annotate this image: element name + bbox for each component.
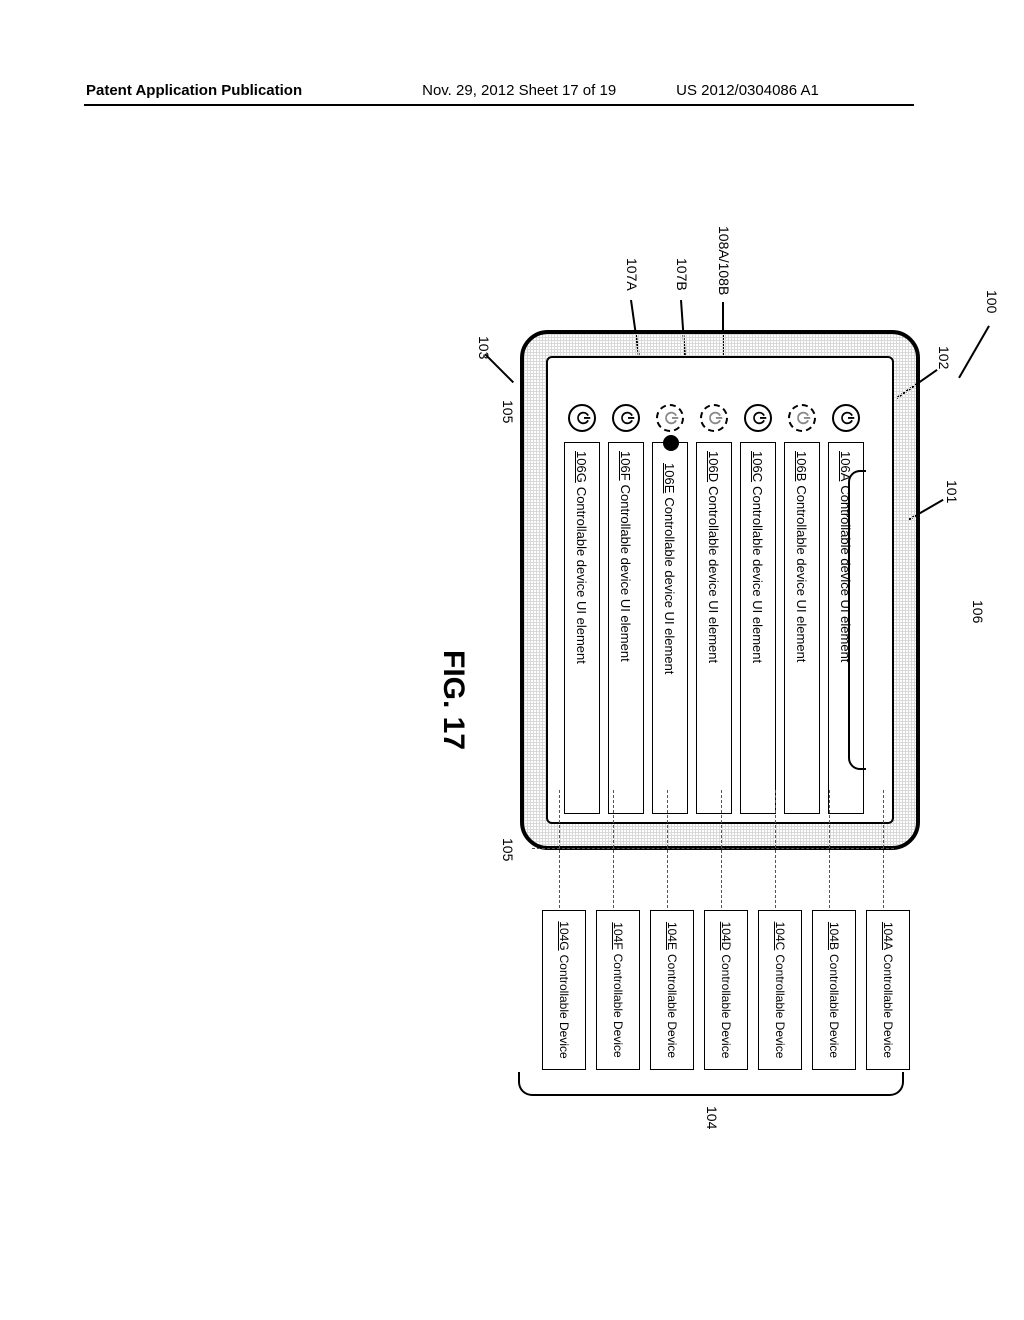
- device-104d: 104D Controllable Device: [704, 910, 748, 1070]
- mapping-line: [721, 790, 722, 908]
- ref-101: 101: [944, 480, 960, 503]
- ui-text: Controllable device UI element: [707, 486, 722, 663]
- ui-id: 106E: [663, 463, 678, 493]
- mapping-line: [829, 790, 830, 908]
- device-text: Controllable Device: [881, 954, 895, 1058]
- ui-row-f: ⏻ 106F Controllable device UI element: [604, 404, 648, 814]
- device-id: 104D: [719, 922, 733, 951]
- device-id: 104B: [827, 922, 841, 950]
- ui-id: 106F: [619, 451, 634, 481]
- ui-row-e: ⏻ 106E Controllable device UI element: [648, 404, 692, 814]
- header-middle: Nov. 29, 2012 Sheet 17 of 19: [422, 82, 616, 99]
- ui-id: 106C: [751, 451, 766, 482]
- mapping-line: [613, 790, 614, 908]
- device-104f: 104F Controllable Device: [596, 910, 640, 1070]
- figure-17: 100 101 102 103 104 105 105 106 107A 107…: [90, 330, 990, 1090]
- ui-element-106a[interactable]: 106A Controllable device UI element: [828, 442, 864, 814]
- ref-108: 108A/108B: [716, 226, 732, 295]
- header-left: Patent Application Publication: [86, 82, 302, 99]
- tablet-screen: ⏻ 106A Controllable device UI element ⏻ …: [546, 356, 894, 824]
- device-id: 104G: [557, 921, 571, 950]
- ui-element-106f[interactable]: 106F Controllable device UI element: [608, 442, 644, 814]
- header-right: US 2012/0304086 A1: [676, 82, 819, 99]
- ui-id: 106B: [795, 451, 810, 481]
- ui-id: 106G: [575, 451, 590, 483]
- ui-row-g: ⏻ 106G Controllable device UI element: [560, 404, 604, 814]
- device-104e: 104E Controllable Device: [650, 910, 694, 1070]
- ui-text: Controllable device UI element: [663, 497, 678, 674]
- device-104a: 104A Controllable Device: [866, 910, 910, 1070]
- ui-element-list: ⏻ 106A Controllable device UI element ⏻ …: [560, 404, 868, 814]
- page-header: Patent Application Publication Nov. 29, …: [0, 82, 1024, 99]
- power-toggle-icon[interactable]: ⏻: [788, 404, 816, 432]
- ui-text: Controllable device UI element: [751, 486, 766, 663]
- ui-row-a: ⏻ 106A Controllable device UI element: [824, 404, 868, 814]
- ui-element-106e[interactable]: 106E Controllable device UI element: [652, 442, 688, 814]
- figure-label: FIG. 17: [436, 650, 470, 750]
- mapping-line: [883, 790, 884, 908]
- ui-id: 106A: [839, 451, 854, 481]
- ref-100: 100: [984, 290, 1000, 313]
- brace-104: [518, 1072, 904, 1096]
- device-text: Controllable Device: [557, 955, 571, 1059]
- selection-dot-icon: [663, 435, 679, 451]
- power-toggle-icon[interactable]: ⏻: [832, 404, 860, 432]
- power-toggle-icon[interactable]: ⏻: [612, 404, 640, 432]
- ref-104: 104: [704, 1106, 720, 1129]
- device-id: 104E: [665, 922, 679, 950]
- ref-107a: 107A: [624, 258, 640, 291]
- device-text: Controllable Device: [665, 954, 679, 1058]
- ui-id: 106D: [707, 451, 722, 482]
- ui-element-106d[interactable]: 106D Controllable device UI element: [696, 442, 732, 814]
- device-id: 104C: [773, 922, 787, 951]
- ref-106: 106: [970, 600, 986, 623]
- ui-element-106b[interactable]: 106B Controllable device UI element: [784, 442, 820, 814]
- mapping-lines: [532, 790, 894, 908]
- ui-element-106g[interactable]: 106G Controllable device UI element: [564, 442, 600, 814]
- device-104g: 104G Controllable Device: [542, 910, 586, 1070]
- device-id: 104A: [881, 922, 895, 950]
- device-text: Controllable Device: [611, 954, 625, 1058]
- ui-row-c: ⏻ 106C Controllable device UI element: [736, 404, 780, 814]
- power-toggle-icon[interactable]: ⏻: [700, 404, 728, 432]
- leader-103: [485, 353, 514, 382]
- header-rule: [84, 104, 914, 106]
- mapping-line: [667, 790, 668, 908]
- device-104b: 104B Controllable Device: [812, 910, 856, 1070]
- device-text: Controllable Device: [773, 954, 787, 1058]
- ui-text: Controllable device UI element: [795, 485, 810, 662]
- device-id: 104F: [611, 922, 625, 949]
- power-toggle-icon[interactable]: ⏻: [568, 404, 596, 432]
- ref-105b: 105: [500, 838, 516, 861]
- mapping-line: [559, 790, 560, 908]
- device-104c: 104C Controllable Device: [758, 910, 802, 1070]
- ui-element-106c[interactable]: 106C Controllable device UI element: [740, 442, 776, 814]
- ref-102: 102: [936, 346, 952, 369]
- device-column: 104A Controllable Device 104B Controllab…: [532, 910, 910, 1070]
- ui-row-b: ⏻ 106B Controllable device UI element: [780, 404, 824, 814]
- leader-100: [959, 326, 990, 379]
- ui-text: Controllable device UI element: [575, 487, 590, 664]
- power-toggle-icon[interactable]: ⏻: [656, 404, 684, 432]
- ref-105a: 105: [500, 400, 516, 423]
- tablet-frame: ⏻ 106A Controllable device UI element ⏻ …: [520, 330, 920, 850]
- ui-row-d: ⏻ 106D Controllable device UI element: [692, 404, 736, 814]
- ref-103: 103: [476, 336, 492, 359]
- power-toggle-icon[interactable]: ⏻: [744, 404, 772, 432]
- device-text: Controllable Device: [719, 954, 733, 1058]
- ui-text: Controllable device UI element: [619, 485, 634, 662]
- mapping-trunk: [532, 848, 894, 849]
- ref-107b: 107B: [674, 258, 690, 291]
- ui-text: Controllable device UI element: [839, 485, 854, 662]
- mapping-line: [775, 790, 776, 908]
- device-text: Controllable Device: [827, 954, 841, 1058]
